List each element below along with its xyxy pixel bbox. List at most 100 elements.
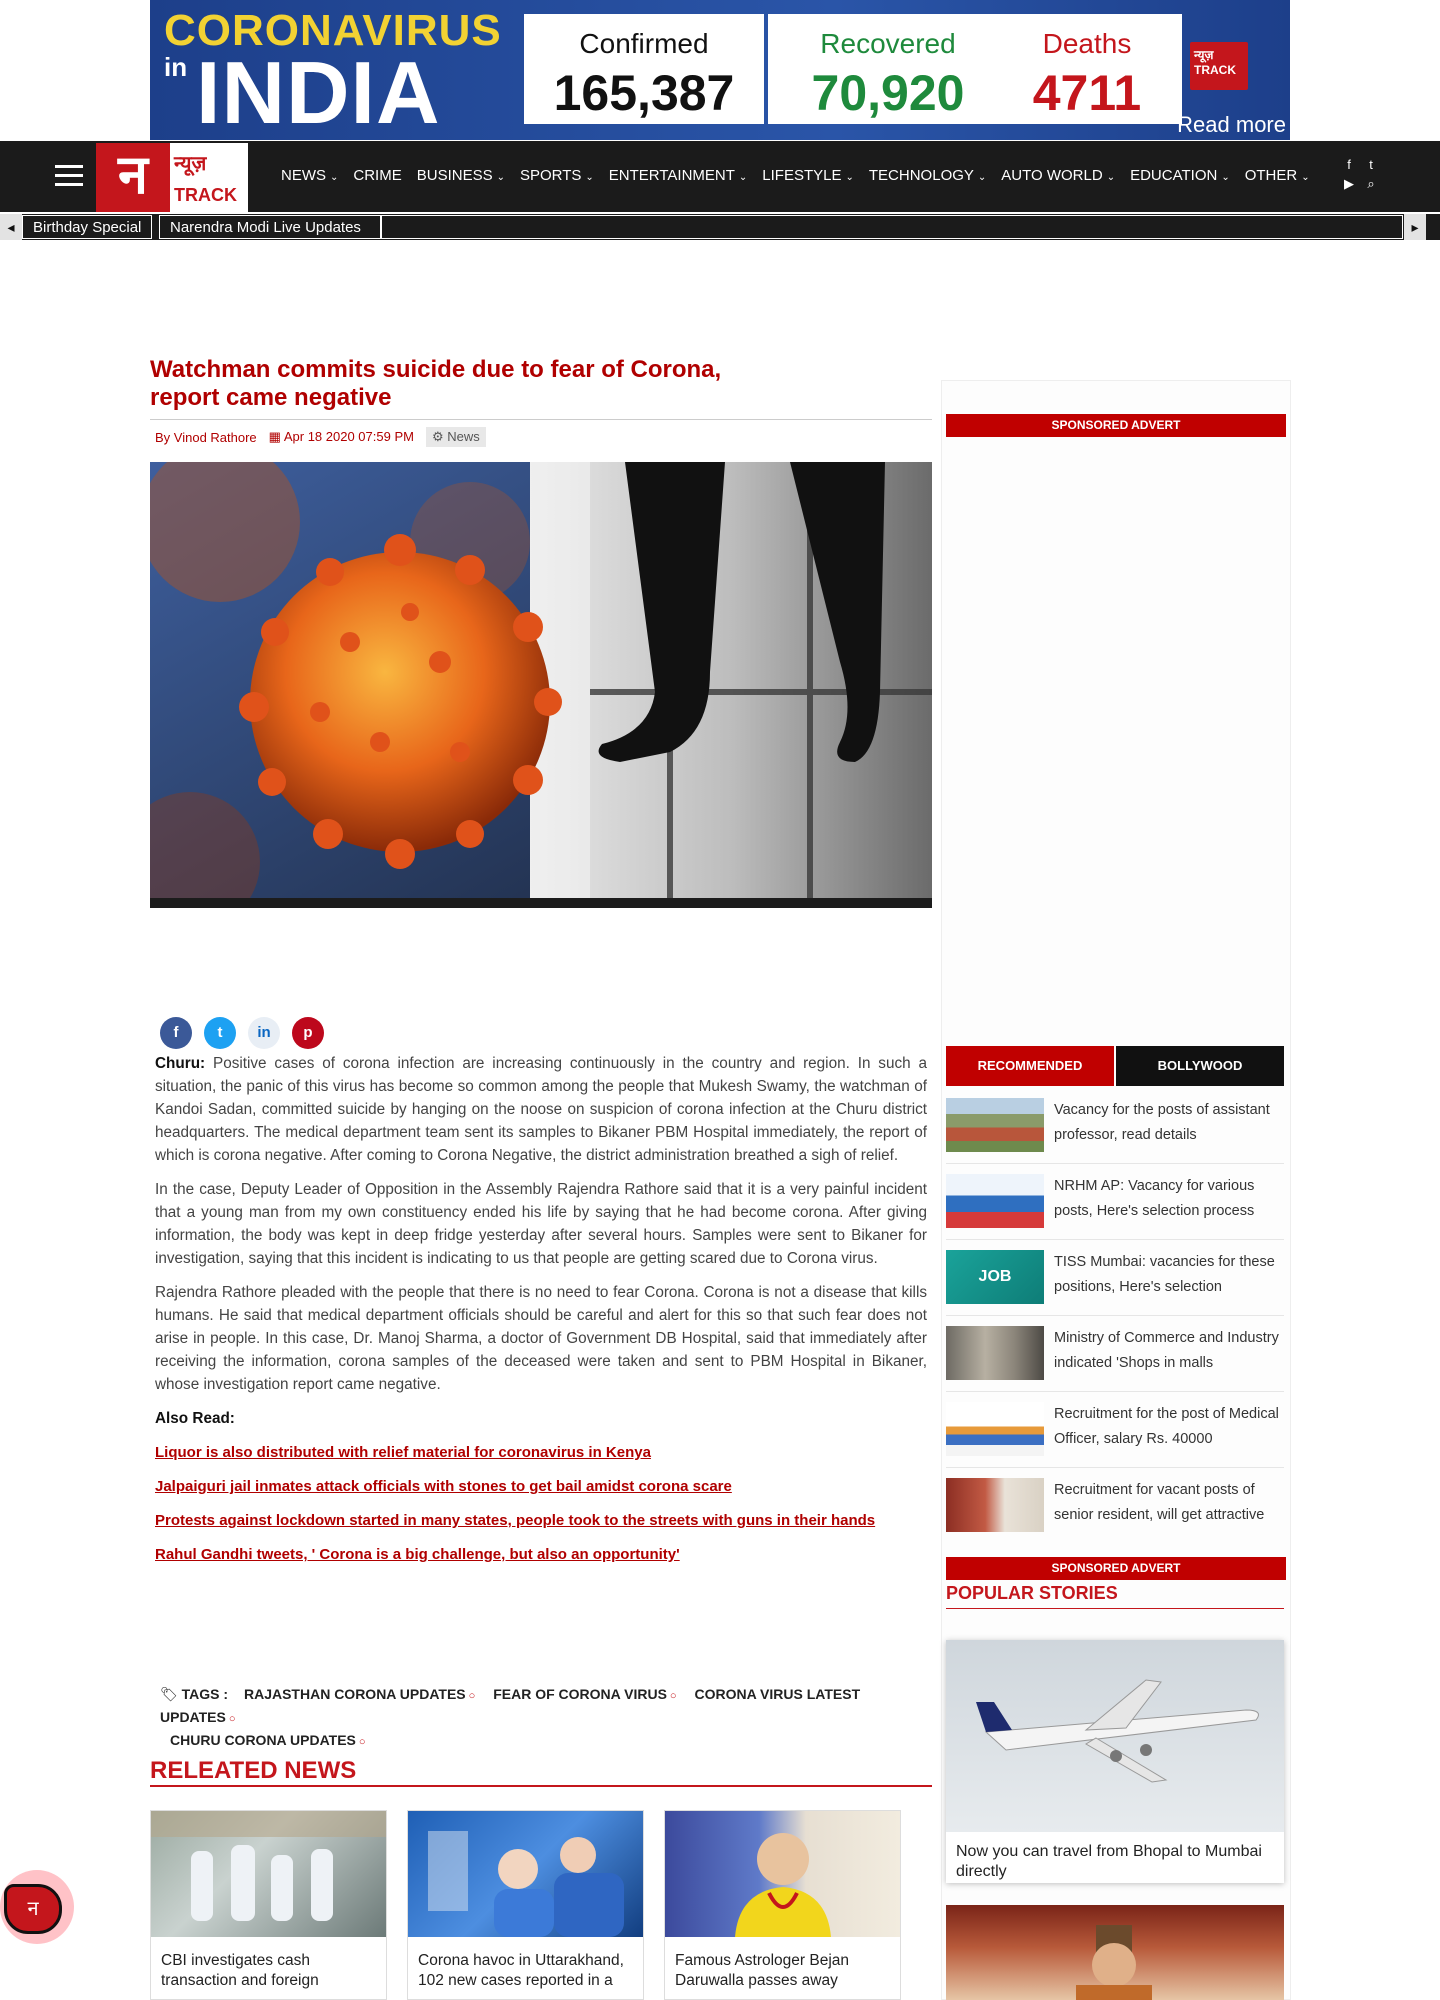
publish-date: ▦ Apr 18 2020 07:59 PM [268, 429, 414, 444]
tag-link[interactable]: FEAR OF CORONA VIRUS ○ [493, 1686, 676, 1702]
logo-mark-icon: न [4, 1884, 62, 1934]
recommended-thumb [946, 1478, 1044, 1532]
confirmed-value: 165,387 [553, 65, 735, 121]
divider [946, 1391, 1284, 1392]
nav-item-education[interactable]: EDUCATION ⌄ [1130, 167, 1230, 184]
related-card-title: CBI investigates cash transaction and fo… [161, 1952, 319, 1989]
ticker-next-icon[interactable]: ▸ [1404, 214, 1426, 240]
recommended-item[interactable]: Recruitment for the post of Medical Offi… [946, 1402, 1284, 1462]
banner-in: in [164, 52, 188, 82]
chevron-down-icon: ⌄ [977, 172, 987, 183]
nav-item-lifestyle[interactable]: LIFESTYLE ⌄ [762, 167, 854, 184]
confirmed-label: Confirmed [579, 28, 709, 59]
dateline: Churu: [155, 1055, 206, 1072]
tag-icon: 🏷 [160, 1686, 182, 1702]
nav-item-business[interactable]: BUSINESS ⌄ [417, 167, 505, 184]
recommended-item[interactable]: NRHM AP: Vacancy for various posts, Here… [946, 1174, 1284, 1234]
tag-link[interactable]: RAJASTHAN CORONA UPDATES ○ [244, 1686, 475, 1702]
related-card[interactable]: Corona havoc in Uttarakhand, 102 new cas… [407, 1810, 644, 2000]
recommended-title: Recruitment for vacant posts of senior r… [1054, 1482, 1265, 1523]
article-hero-image [150, 462, 932, 908]
related-card[interactable]: CBI investigates cash transaction and fo… [150, 1810, 387, 2000]
pinterest-share-icon[interactable]: p [292, 1017, 324, 1049]
twitter-share-icon[interactable]: t [204, 1017, 236, 1049]
linkedin-share-icon[interactable]: in [248, 1017, 280, 1049]
related-link[interactable]: Rahul Gandhi tweets, ' Corona is a big c… [155, 1543, 927, 1566]
related-card-image [151, 1811, 386, 1937]
facebook-icon[interactable]: f [1340, 157, 1358, 172]
author-link[interactable]: By Vinod Rathore [155, 430, 257, 445]
nav-item-crime[interactable]: CRIME [353, 167, 401, 184]
related-link[interactable]: Jalpaiguri jail inmates attack officials… [155, 1475, 927, 1498]
ticker-item[interactable]: Birthday Special [22, 215, 153, 239]
nav-item-news[interactable]: NEWS ⌄ [281, 167, 338, 184]
nav-item-other[interactable]: OTHER ⌄ [1245, 167, 1310, 184]
share-bar: f t in p [160, 1017, 324, 1049]
chevron-down-icon: ⌄ [1106, 172, 1116, 183]
deaths-label: Deaths [1042, 28, 1132, 59]
recommended-thumb [946, 1174, 1044, 1228]
tab-bollywood[interactable]: BOLLYWOOD [1116, 1046, 1284, 1086]
related-link[interactable]: Protests against lockdown started in man… [155, 1509, 927, 1532]
recommended-item[interactable]: Ministry of Commerce and Industry indica… [946, 1326, 1284, 1386]
logo-mark: न [96, 143, 170, 212]
recovered-box: Recovered 70,920 [768, 14, 1008, 124]
tab-recommended[interactable]: RECOMMENDED [946, 1046, 1114, 1086]
nav-item-auto-world[interactable]: AUTO WORLD ⌄ [1001, 167, 1115, 184]
social-links: f t ▶ ⌕ [1340, 157, 1380, 192]
related-card[interactable]: Famous Astrologer Bejan Daruwalla passes… [664, 1810, 901, 2000]
chevron-down-icon: ⌄ [1301, 172, 1310, 183]
recommended-item[interactable]: Recruitment for vacant posts of senior r… [946, 1478, 1284, 1538]
youtube-icon[interactable]: ▶ [1340, 176, 1358, 192]
recommended-title: NRHM AP: Vacancy for various posts, Here… [1054, 1178, 1255, 1219]
chevron-down-icon: ⌄ [496, 172, 505, 183]
confirmed-box: Confirmed 165,387 [524, 14, 764, 124]
ticker-track [381, 215, 1403, 239]
chevron-down-icon: ⌄ [738, 172, 748, 183]
category-icon: ⚙ [431, 429, 448, 444]
ticker-item[interactable]: Narendra Modi Live Updates [159, 215, 381, 239]
search-icon[interactable]: ⌕ [1362, 176, 1380, 192]
nav-item-sports[interactable]: SPORTS ⌄ [520, 167, 594, 184]
divider [946, 1163, 1284, 1164]
nav-item-technology[interactable]: TECHNOLOGY ⌄ [869, 167, 986, 184]
banner-country: INDIA [196, 43, 441, 140]
site-logo[interactable]: न न्यूज़ TRACK [96, 143, 248, 212]
related-card-title: Corona havoc in Uttarakhand, 102 new cas… [418, 1952, 624, 1989]
related-link[interactable]: Liquor is also distributed with relief m… [155, 1441, 927, 1464]
related-card-image [665, 1811, 900, 1937]
article-meta: By Vinod Rathore ▦ Apr 18 2020 07:59 PM … [155, 427, 486, 447]
nav-item-entertainment[interactable]: ENTERTAINMENT ⌄ [609, 167, 748, 184]
recommended-item[interactable]: Vacancy for the posts of assistant profe… [946, 1098, 1284, 1158]
sponsored-advert-label: SPONSORED ADVERT [946, 414, 1286, 437]
twitter-icon[interactable]: t [1362, 157, 1380, 172]
recommended-title: Recruitment for the post of Medical Offi… [1054, 1406, 1279, 1447]
title-divider [150, 419, 932, 420]
chevron-down-icon: ⌄ [845, 172, 854, 183]
main-nav: न न्यूज़ TRACK NEWS ⌄ CRIME BUSINESS ⌄ SPO… [0, 141, 1440, 212]
popular-card[interactable]: Now you can travel from Bhopal to Mumbai… [946, 1640, 1284, 1883]
ticker-prev-icon[interactable]: ◂ [0, 214, 22, 240]
facebook-share-icon[interactable]: f [160, 1017, 192, 1049]
read-more-link[interactable]: Read more [1177, 112, 1286, 138]
recommended-item[interactable]: JOB TISS Mumbai: vacancies for these pos… [946, 1250, 1284, 1310]
paragraph: Rajendra Rathore pleaded with the people… [155, 1284, 927, 1393]
calendar-icon: ▦ [268, 429, 284, 444]
recommended-thumb [946, 1326, 1044, 1380]
related-card-title: Famous Astrologer Bejan Daruwalla passes… [675, 1952, 850, 1989]
sponsored-advert-label: SPONSORED ADVERT [946, 1557, 1286, 1580]
article-body: Churu: Positive cases of corona infectio… [155, 1052, 927, 1577]
divider [946, 1315, 1284, 1316]
divider [946, 1467, 1284, 1468]
floating-logo-button[interactable]: न [0, 1870, 74, 1944]
tag-link[interactable]: CHURU CORONA UPDATES ○ [170, 1732, 366, 1748]
recommended-title: TISS Mumbai: vacancies for these positio… [1054, 1254, 1275, 1295]
popular-card-image[interactable] [946, 1905, 1284, 2000]
related-card-image [408, 1811, 643, 1937]
hamburger-menu-icon[interactable] [55, 165, 83, 192]
category-badge[interactable]: ⚙ News [425, 427, 486, 447]
covid-banner[interactable]: CORONAVIRUS in INDIA Confirmed 165,387 R… [150, 0, 1290, 140]
recommended-thumb [946, 1402, 1044, 1456]
article-title: Watchman commits suicide due to fear of … [150, 356, 722, 411]
logo-top: न्यूज़ [174, 151, 207, 175]
